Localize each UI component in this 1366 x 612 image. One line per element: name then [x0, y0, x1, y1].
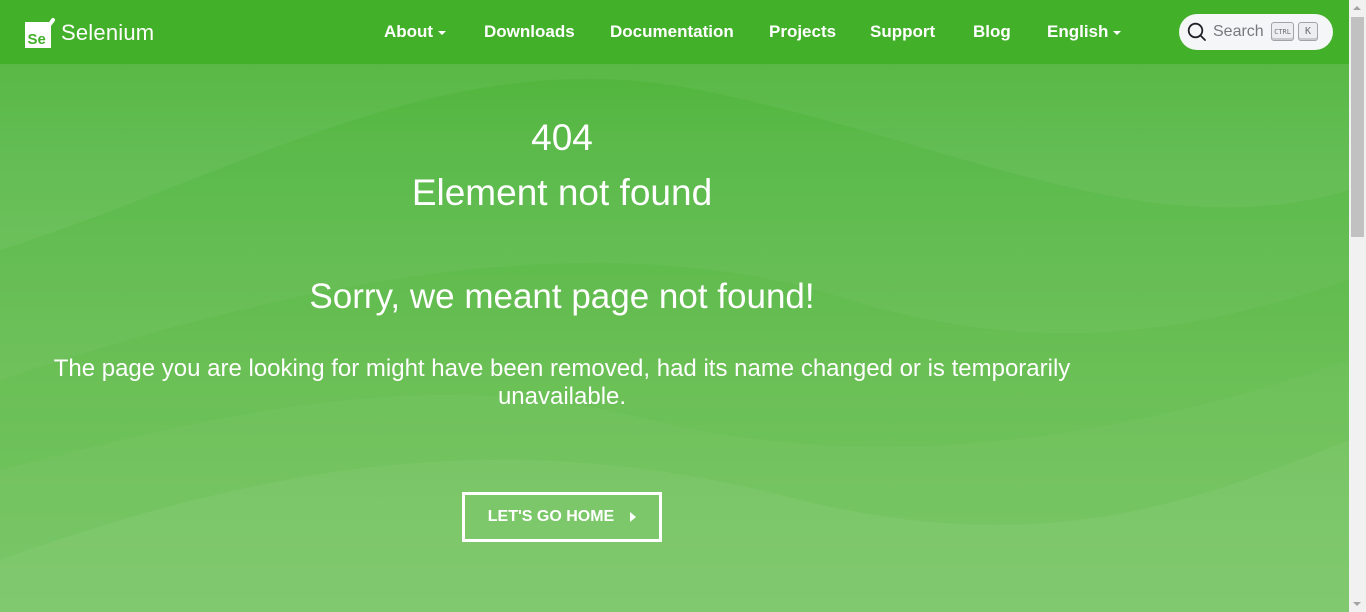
nav-blog-label: Blog — [973, 22, 1011, 41]
shortcut-k-key: K — [1298, 22, 1318, 41]
nav-about-label: About — [384, 22, 434, 41]
nav-documentation-label: Documentation — [610, 22, 734, 41]
top-navbar: Se Selenium About Downloads Documentatio… — [0, 0, 1349, 64]
nav-projects[interactable]: Projects — [769, 21, 836, 43]
error-code: 404 — [531, 117, 593, 158]
nav-downloads-label: Downloads — [484, 22, 575, 41]
nav-language-label: English — [1047, 22, 1109, 41]
page-scrollbar[interactable] — [1349, 0, 1366, 612]
chevron-down-icon — [438, 30, 447, 35]
scroll-up-icon[interactable] — [1353, 6, 1361, 10]
brand-home-link[interactable]: Se Selenium — [25, 17, 154, 49]
nav-support-label: Support — [870, 22, 936, 41]
error-subtitle: Sorry, we meant page not found! — [309, 277, 815, 316]
nav-projects-label: Projects — [769, 22, 837, 41]
scrollbar-thumb[interactable] — [1351, 17, 1364, 237]
chevron-down-icon — [1113, 30, 1122, 35]
selenium-logo-icon: Se — [25, 18, 55, 48]
brand-name: Selenium — [61, 20, 155, 45]
scroll-down-icon[interactable] — [1353, 602, 1361, 606]
nav-support[interactable]: Support — [870, 21, 935, 43]
search-placeholder: Search — [1213, 23, 1264, 40]
svg-text:Se: Se — [28, 31, 46, 48]
error-message: The page you are looking for might have … — [53, 355, 1071, 410]
nav-documentation[interactable]: Documentation — [610, 21, 734, 43]
go-home-button[interactable]: LET'S GO HOME — [462, 492, 662, 542]
go-home-label: LET'S GO HOME — [487, 508, 615, 525]
error-title: Element not found — [411, 172, 713, 213]
nav-language-english[interactable]: English — [1047, 21, 1122, 43]
nav-downloads[interactable]: Downloads — [484, 21, 575, 43]
nav-blog[interactable]: Blog — [973, 21, 1011, 43]
search-icon — [1187, 22, 1206, 41]
shortcut-ctrl-key: CTRL — [1271, 22, 1294, 41]
search-box[interactable]: Search CTRL K — [1179, 14, 1333, 50]
nav-about[interactable]: About — [384, 21, 447, 43]
caret-right-icon — [630, 512, 637, 522]
